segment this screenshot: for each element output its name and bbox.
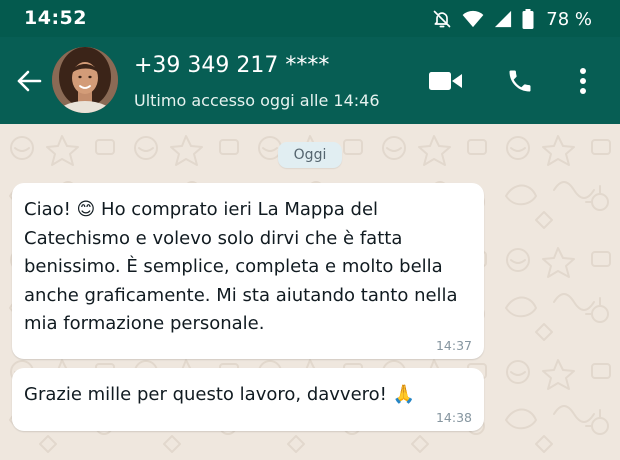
back-button[interactable] [12, 65, 46, 97]
message-time: 14:38 [435, 410, 472, 425]
status-bar: 14:52 78 % [0, 0, 620, 37]
more-options-icon [580, 68, 586, 94]
date-label: Oggi [293, 147, 327, 163]
battery-percent: 78 % [546, 8, 592, 30]
message-text: Grazie mille per questo lavoro, davvero!… [24, 384, 416, 405]
voice-call-button[interactable] [500, 61, 540, 101]
status-icons: 78 % [432, 8, 592, 30]
avatar[interactable] [52, 47, 118, 113]
chat-header: +39 349 217 **** Ultimo accesso oggi all… [0, 37, 620, 124]
date-separator: Oggi [278, 142, 342, 168]
video-call-icon [429, 72, 462, 90]
do-not-disturb-icon [432, 9, 452, 29]
video-call-button[interactable] [426, 61, 466, 101]
chat-area[interactable]: Oggi Ciao! 😊 Ho comprato ieri La Mappa d… [0, 124, 620, 460]
more-options-button[interactable] [568, 61, 598, 101]
last-seen-status: Ultimo accesso oggi alle 14:46 [134, 91, 380, 110]
wifi-icon [462, 10, 484, 28]
signal-icon [494, 10, 512, 28]
contact-photo [52, 47, 118, 113]
message-bubble[interactable]: Grazie mille per questo lavoro, davvero!… [12, 368, 484, 431]
message-text: Ciao! 😊 Ho comprato ieri La Mappa del Ca… [24, 199, 458, 334]
contact-name[interactable]: +39 349 217 **** [134, 53, 329, 78]
battery-icon [522, 9, 534, 29]
phone-call-icon [509, 70, 531, 92]
message-bubble[interactable]: Ciao! 😊 Ho comprato ieri La Mappa del Ca… [12, 183, 484, 359]
message-time: 14:37 [435, 338, 472, 353]
status-time: 14:52 [24, 7, 87, 29]
back-arrow-icon [17, 70, 42, 92]
